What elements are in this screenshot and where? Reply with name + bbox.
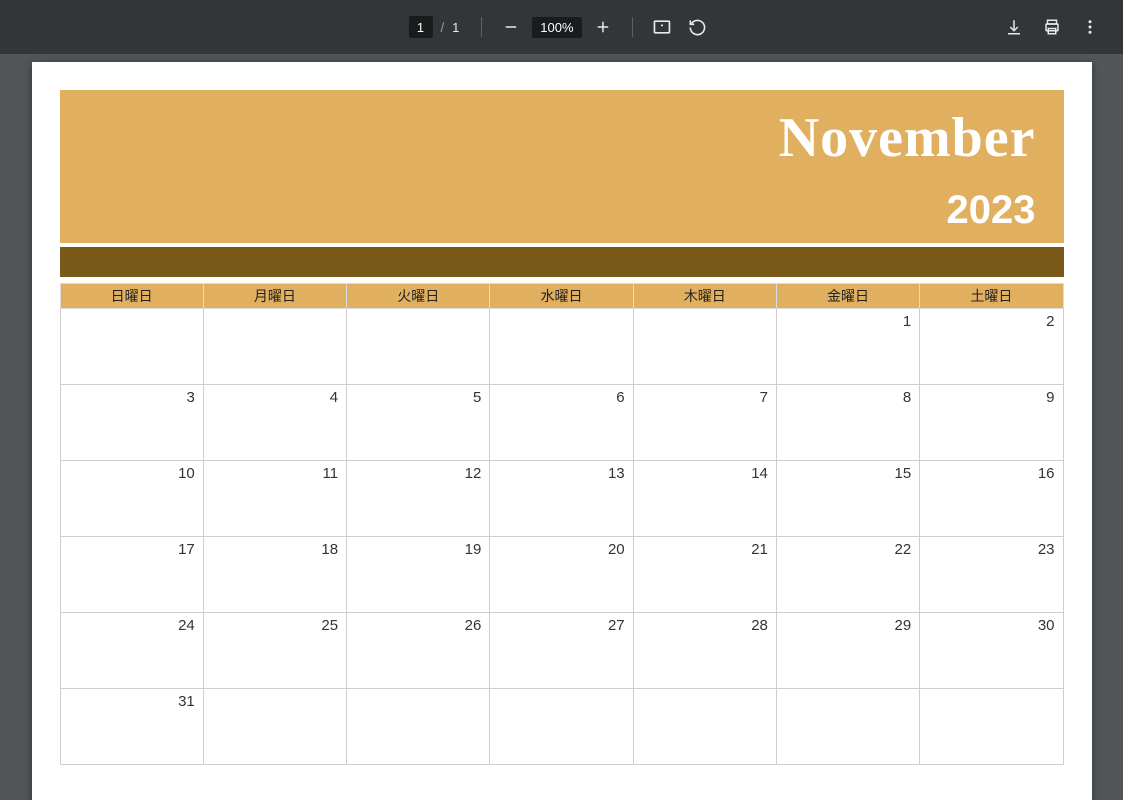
calendar-day-cell [920, 689, 1063, 765]
calendar-day-cell: 31 [60, 689, 203, 765]
more-menu-button[interactable] [1073, 10, 1107, 44]
toolbar-divider [481, 17, 482, 37]
calendar-day-cell: 22 [776, 537, 919, 613]
calendar-header: November 2023 [60, 90, 1064, 247]
calendar-day-cell: 30 [920, 613, 1063, 689]
calendar-week-row: 17181920212223 [60, 537, 1063, 613]
calendar-day-cell: 10 [60, 461, 203, 537]
calendar-day-cell: 18 [203, 537, 346, 613]
day-header-wed: 水曜日 [490, 284, 633, 309]
zoom-out-button[interactable] [494, 10, 528, 44]
calendar-day-cell: 7 [633, 385, 776, 461]
pdf-viewport[interactable]: November 2023 日曜日 月曜日 火曜日 水曜日 木曜日 金曜日 土曜… [0, 54, 1123, 800]
calendar-day-cell: 20 [490, 537, 633, 613]
calendar-accent-bar [60, 247, 1064, 277]
fit-to-page-button[interactable] [645, 10, 679, 44]
calendar-week-row: 3456789 [60, 385, 1063, 461]
page-number-input[interactable] [408, 16, 432, 38]
print-button[interactable] [1035, 10, 1069, 44]
calendar-day-cell: 21 [633, 537, 776, 613]
toolbar-right-group [997, 10, 1107, 44]
pdf-toolbar: / 1 100% [0, 0, 1123, 54]
calendar-day-cell: 17 [60, 537, 203, 613]
calendar-day-cell: 16 [920, 461, 1063, 537]
calendar-day-cell [776, 689, 919, 765]
calendar-day-cell: 8 [776, 385, 919, 461]
day-header-thu: 木曜日 [633, 284, 776, 309]
day-header-tue: 火曜日 [347, 284, 490, 309]
calendar-day-cell [347, 689, 490, 765]
calendar-year: 2023 [88, 188, 1036, 233]
toolbar-divider [632, 17, 633, 37]
calendar-week-row: 24252627282930 [60, 613, 1063, 689]
calendar-week-row: 10111213141516 [60, 461, 1063, 537]
calendar-week-row: 31 [60, 689, 1063, 765]
day-header-sun: 日曜日 [60, 284, 203, 309]
calendar-day-cell: 15 [776, 461, 919, 537]
calendar-day-cell: 14 [633, 461, 776, 537]
calendar-day-cell: 6 [490, 385, 633, 461]
page-separator: / [440, 20, 444, 35]
calendar-day-cell: 28 [633, 613, 776, 689]
calendar-day-cell [633, 689, 776, 765]
calendar-day-cell: 2 [920, 309, 1063, 385]
rotate-button[interactable] [681, 10, 715, 44]
zoom-in-button[interactable] [586, 10, 620, 44]
calendar-day-cell: 5 [347, 385, 490, 461]
day-header-sat: 土曜日 [920, 284, 1063, 309]
calendar-day-cell: 1 [776, 309, 919, 385]
calendar-day-cell: 25 [203, 613, 346, 689]
calendar-day-cell [203, 309, 346, 385]
calendar-day-header-row: 日曜日 月曜日 火曜日 水曜日 木曜日 金曜日 土曜日 [60, 284, 1063, 309]
calendar-day-cell [490, 309, 633, 385]
day-header-fri: 金曜日 [776, 284, 919, 309]
pdf-page: November 2023 日曜日 月曜日 火曜日 水曜日 木曜日 金曜日 土曜… [32, 62, 1092, 800]
calendar-day-cell: 26 [347, 613, 490, 689]
day-header-mon: 月曜日 [203, 284, 346, 309]
calendar-week-row: 12 [60, 309, 1063, 385]
calendar-day-cell: 4 [203, 385, 346, 461]
calendar-day-cell [203, 689, 346, 765]
calendar-day-cell: 27 [490, 613, 633, 689]
calendar-day-cell: 13 [490, 461, 633, 537]
calendar-day-cell [490, 689, 633, 765]
calendar-day-cell: 24 [60, 613, 203, 689]
calendar-grid: 日曜日 月曜日 火曜日 水曜日 木曜日 金曜日 土曜日 123456789101… [60, 283, 1064, 765]
calendar-day-cell: 23 [920, 537, 1063, 613]
calendar-day-cell: 11 [203, 461, 346, 537]
download-button[interactable] [997, 10, 1031, 44]
toolbar-center-group: / 1 100% [408, 10, 714, 44]
calendar-day-cell: 3 [60, 385, 203, 461]
calendar-day-cell: 12 [347, 461, 490, 537]
calendar-day-cell [633, 309, 776, 385]
calendar-month: November [88, 106, 1036, 170]
calendar-day-cell [347, 309, 490, 385]
zoom-level: 100% [532, 17, 581, 38]
calendar-day-cell: 19 [347, 537, 490, 613]
calendar-day-cell: 9 [920, 385, 1063, 461]
calendar-day-cell [60, 309, 203, 385]
calendar-day-cell: 29 [776, 613, 919, 689]
page-total: 1 [452, 20, 459, 35]
